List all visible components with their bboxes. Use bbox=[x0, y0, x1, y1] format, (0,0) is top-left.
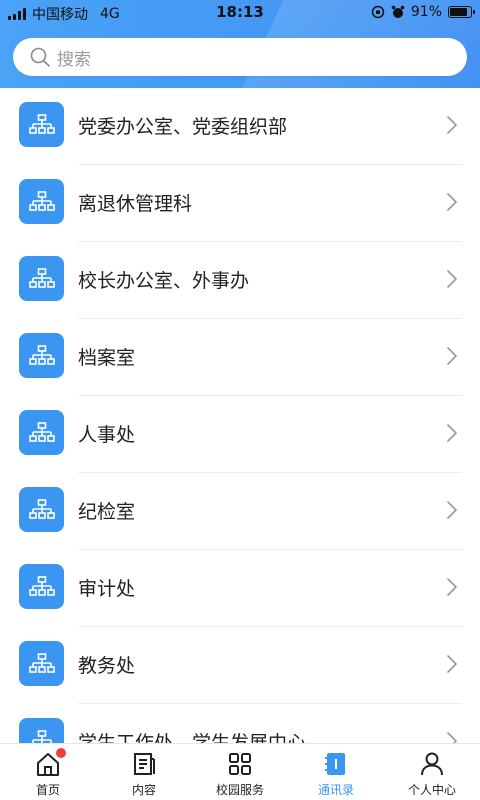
list-item[interactable]: 离退休管理科 bbox=[0, 165, 480, 242]
tab-campus-services[interactable]: 校园服务 bbox=[192, 744, 288, 800]
tab-label: 校园服务 bbox=[215, 783, 264, 797]
chevron-right-icon bbox=[447, 347, 457, 365]
tab-label: 首页 bbox=[35, 783, 60, 797]
tab-content[interactable]: 内容 bbox=[96, 744, 192, 800]
chevron-right-icon bbox=[447, 732, 457, 743]
list-item-label: 教务处 bbox=[78, 655, 136, 677]
search-input[interactable]: 搜索 bbox=[57, 45, 91, 70]
list-item[interactable]: 纪检室 bbox=[0, 473, 480, 550]
org-chart-icon bbox=[19, 487, 64, 532]
chevron-right-icon bbox=[447, 424, 457, 442]
org-chart-icon bbox=[19, 256, 64, 301]
home-icon bbox=[34, 748, 66, 778]
list-item-label: 校长办公室、外事办 bbox=[78, 270, 250, 292]
chevron-right-icon bbox=[447, 116, 457, 134]
header: 中国移动 4G 18:13 91% 搜索 bbox=[0, 0, 480, 88]
tab-label: 内容 bbox=[131, 783, 156, 797]
list-item[interactable]: 教务处 bbox=[0, 627, 480, 704]
org-chart-icon bbox=[19, 718, 64, 743]
list-item[interactable]: 学生工作处、学生发展中心 bbox=[0, 704, 480, 743]
grid-icon bbox=[226, 750, 254, 778]
search-icon bbox=[30, 47, 50, 67]
notification-badge bbox=[56, 748, 66, 758]
alarm-icon bbox=[391, 5, 405, 18]
rotation-lock-icon bbox=[371, 5, 385, 19]
document-icon bbox=[130, 750, 158, 778]
list-item[interactable]: 人事处 bbox=[0, 396, 480, 473]
list-item-label: 档案室 bbox=[78, 347, 136, 369]
tab-contacts[interactable]: 通讯录 bbox=[288, 744, 384, 800]
tab-profile[interactable]: 个人中心 bbox=[384, 744, 480, 800]
org-chart-icon bbox=[19, 641, 64, 686]
list-item[interactable]: 档案室 bbox=[0, 319, 480, 396]
tab-label: 个人中心 bbox=[407, 783, 456, 797]
org-chart-icon bbox=[19, 410, 64, 455]
tab-home[interactable]: 首页 bbox=[0, 744, 96, 800]
list-item-label: 学生工作处、学生发展中心 bbox=[78, 732, 307, 743]
list-item[interactable]: 审计处 bbox=[0, 550, 480, 627]
chevron-right-icon bbox=[447, 270, 457, 288]
org-chart-icon bbox=[19, 179, 64, 224]
list-item-label: 党委办公室、党委组织部 bbox=[78, 116, 288, 138]
org-chart-icon bbox=[19, 102, 64, 147]
tab-bar: 首页 内容 校园服务 通讯录 个人中心 bbox=[0, 743, 480, 800]
chevron-right-icon bbox=[447, 501, 457, 519]
status-right: 91% bbox=[371, 4, 475, 20]
status-bar: 中国移动 4G 18:13 91% bbox=[0, 0, 480, 26]
chevron-right-icon bbox=[447, 193, 457, 211]
chevron-right-icon bbox=[447, 578, 457, 596]
org-chart-icon bbox=[19, 333, 64, 378]
list-item-label: 人事处 bbox=[78, 424, 136, 446]
search-bar[interactable]: 搜索 bbox=[13, 38, 467, 76]
list-item-label: 纪检室 bbox=[78, 501, 136, 523]
battery-percent: 91% bbox=[410, 4, 442, 20]
list-item-label: 离退休管理科 bbox=[78, 193, 193, 215]
org-chart-icon bbox=[19, 564, 64, 609]
list-item-label: 审计处 bbox=[78, 578, 136, 600]
department-list: 党委办公室、党委组织部 离退休管理科 校长办公室、外事办 档案室 人事处 纪检室… bbox=[0, 88, 480, 743]
battery-icon bbox=[448, 6, 475, 18]
tab-label: 通讯录 bbox=[317, 783, 354, 797]
chevron-right-icon bbox=[447, 655, 457, 673]
battery-fill bbox=[450, 8, 467, 16]
user-icon bbox=[418, 750, 446, 778]
list-item[interactable]: 党委办公室、党委组织部 bbox=[0, 88, 480, 165]
list-item[interactable]: 校长办公室、外事办 bbox=[0, 242, 480, 319]
contacts-book-icon bbox=[322, 750, 350, 778]
